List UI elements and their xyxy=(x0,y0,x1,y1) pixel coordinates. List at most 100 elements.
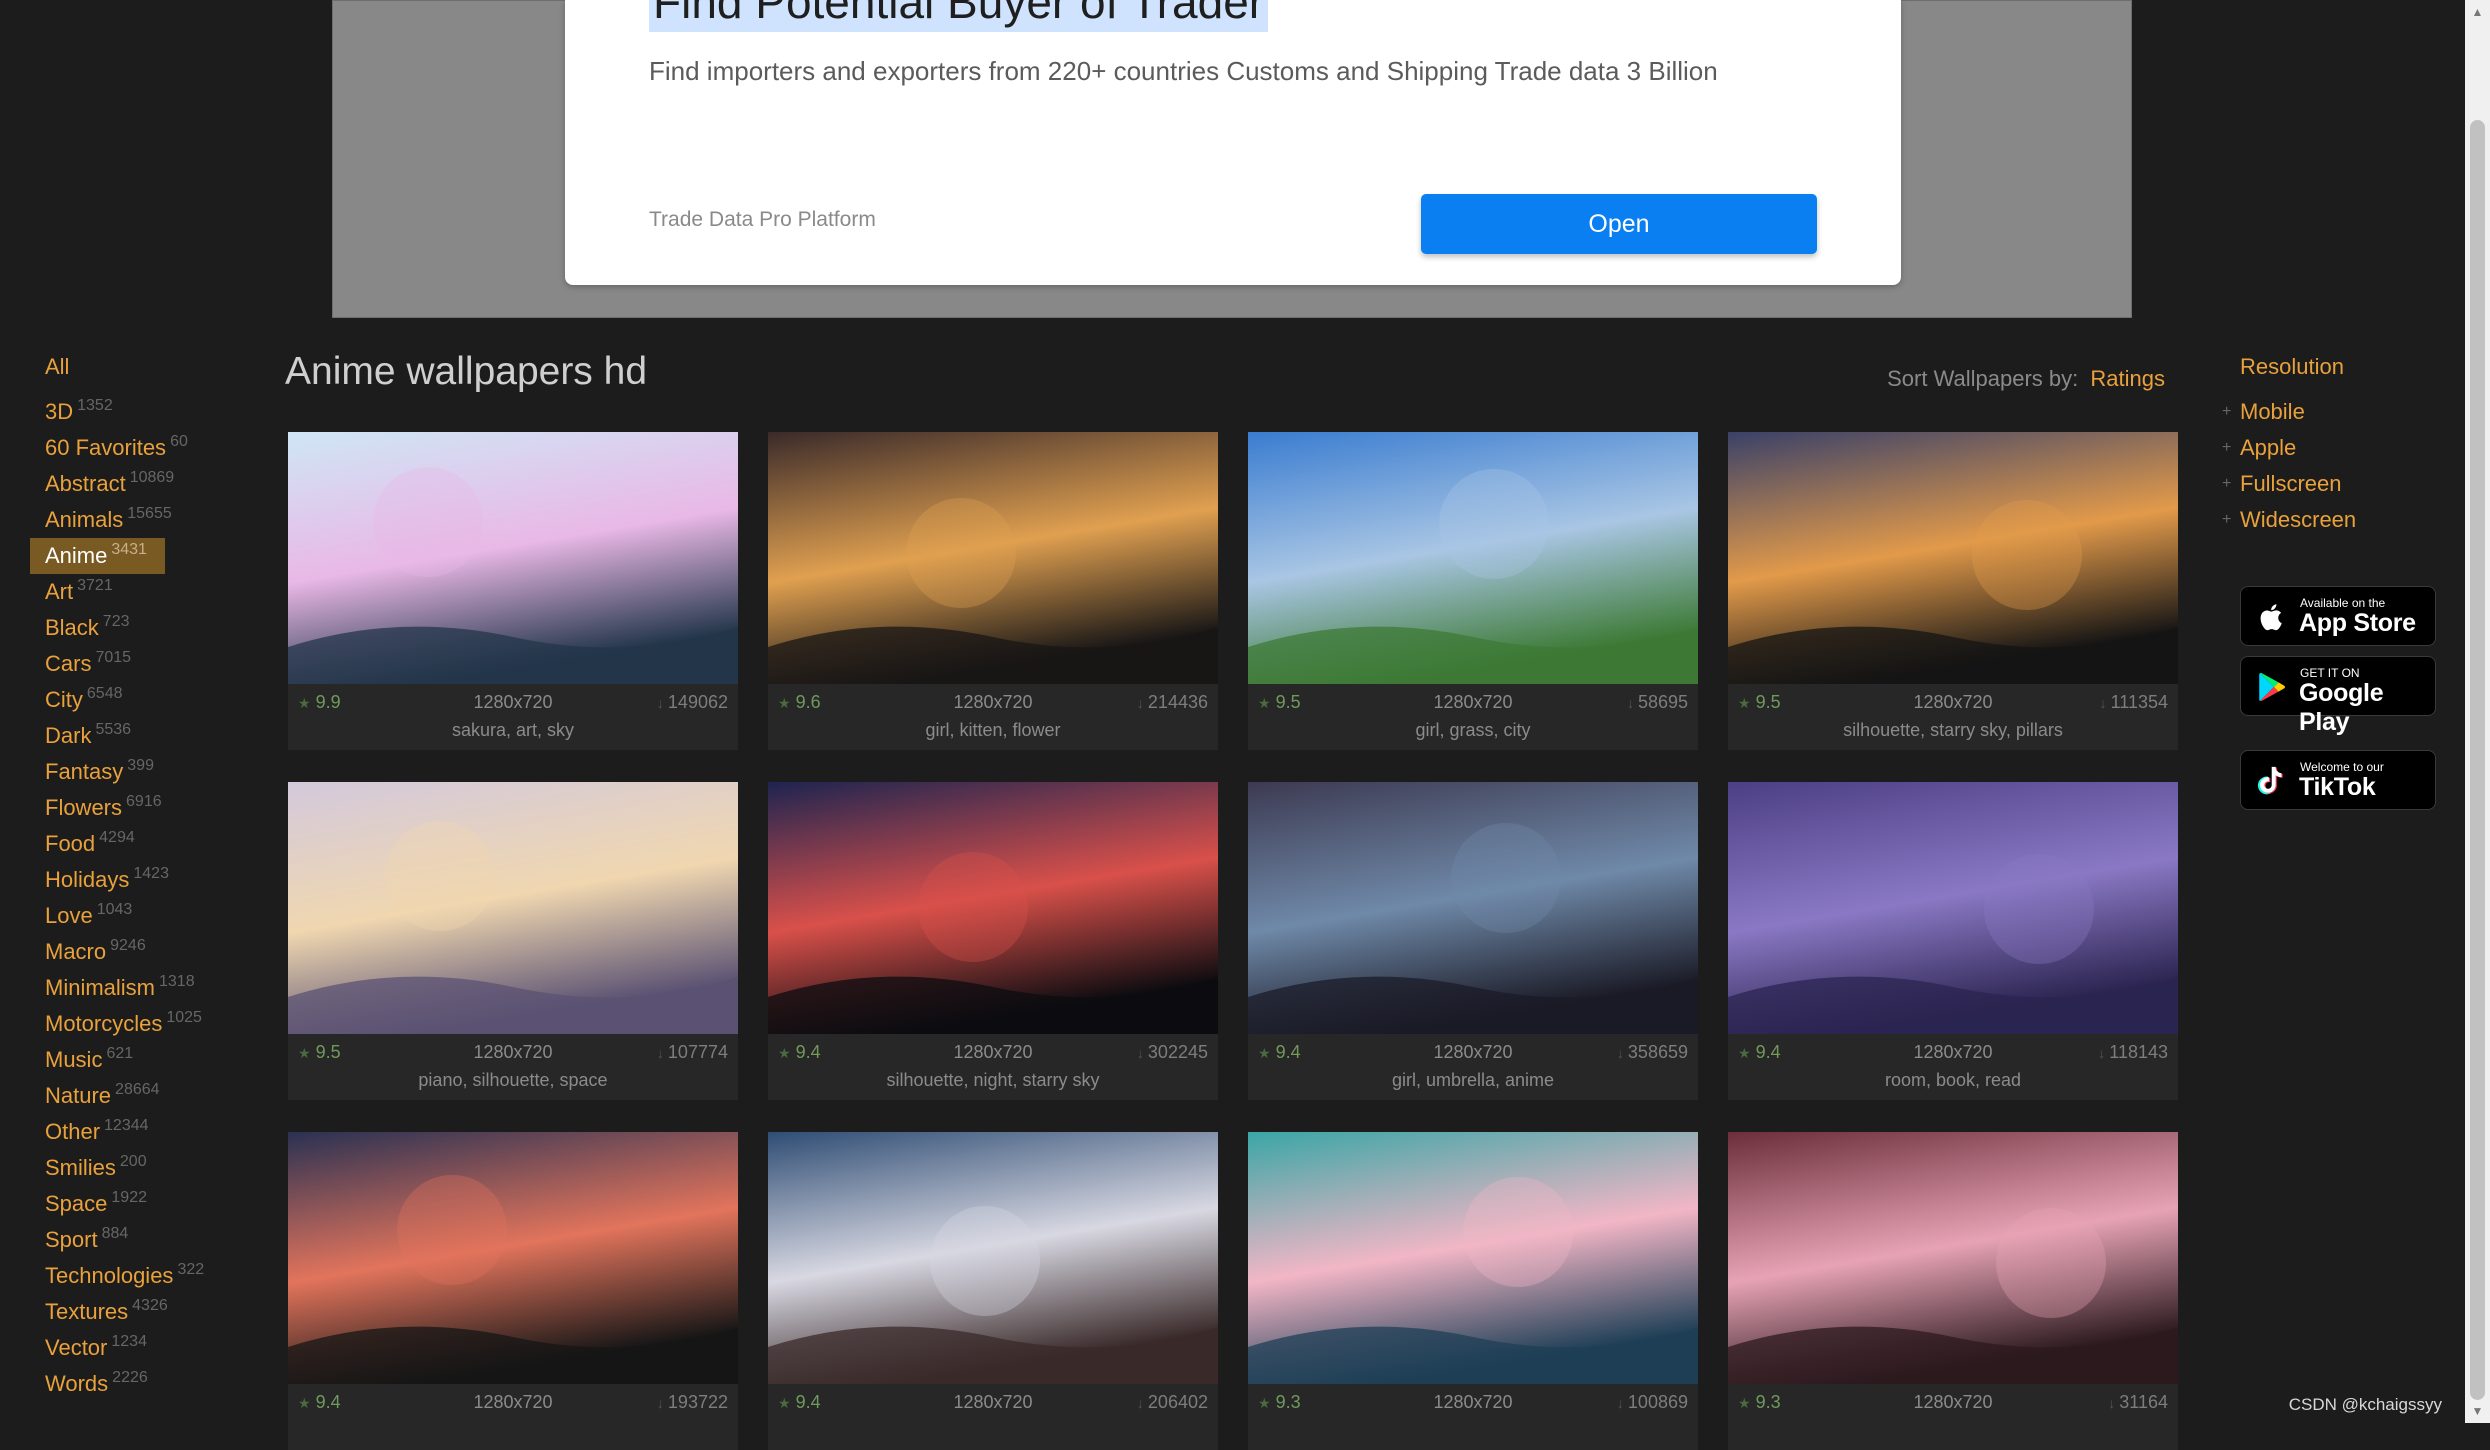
scroll-thumb[interactable] xyxy=(2470,120,2485,1400)
category-item[interactable]: Cars 7015 xyxy=(30,646,230,682)
category-label[interactable]: Dark xyxy=(45,723,91,748)
wallpaper-tags[interactable]: silhouette, night, starry sky xyxy=(768,1070,1218,1091)
app-store-badge[interactable]: Available on the App Store xyxy=(2240,586,2436,646)
scroll-down-icon[interactable]: ▼ xyxy=(2465,1399,2490,1423)
wallpaper-thumbnail[interactable] xyxy=(1248,782,1698,1034)
category-label[interactable]: Sport xyxy=(45,1227,98,1252)
wallpaper-tags[interactable]: room, book, read xyxy=(1728,1070,2178,1091)
wallpaper-card[interactable]: ★ 9.4 1280x720 ↓ 302245 silhouette, night, st… xyxy=(768,782,1218,1100)
resolution-item[interactable]: + Fullscreen xyxy=(2222,466,2452,502)
wallpaper-card[interactable]: ★ 9.4 1280x720 ↓ 118143 room, book, read xyxy=(1728,782,2178,1100)
category-item[interactable]: Black 723 xyxy=(30,610,230,646)
wallpaper-tags[interactable]: girl, kitten, flower xyxy=(768,720,1218,741)
category-item[interactable]: City 6548 xyxy=(30,682,230,718)
category-label[interactable]: Cars xyxy=(45,651,91,676)
wallpaper-tags[interactable]: sakura, art, sky xyxy=(288,720,738,741)
category-item[interactable]: Words 2226 xyxy=(30,1366,230,1402)
category-item[interactable]: Art 3721 xyxy=(30,574,230,610)
wallpaper-thumbnail[interactable] xyxy=(768,1132,1218,1384)
category-item[interactable]: Dark 5536 xyxy=(30,718,230,754)
wallpaper-thumbnail[interactable] xyxy=(1248,432,1698,684)
ad-headline[interactable]: Find Potential Buyer of Trader xyxy=(649,0,1269,32)
wallpaper-tags[interactable]: girl, umbrella, anime xyxy=(1248,1070,1698,1091)
google-play-badge[interactable]: GET IT ON Google Play xyxy=(2240,656,2436,736)
category-item[interactable]: Love 1043 xyxy=(30,898,230,934)
resolution-label[interactable]: Fullscreen xyxy=(2240,471,2341,496)
category-label[interactable]: Food xyxy=(45,831,95,856)
category-item[interactable]: Minimalism 1318 xyxy=(30,970,230,1006)
category-label[interactable]: 3D xyxy=(45,399,73,424)
category-item[interactable]: Vector 1234 xyxy=(30,1330,230,1366)
category-label[interactable]: Love xyxy=(45,903,93,928)
wallpaper-card[interactable]: ★ 9.4 1280x720 ↓ 206402 xyxy=(768,1132,1218,1450)
category-all-link[interactable]: All xyxy=(45,352,230,382)
category-label[interactable]: Nature xyxy=(45,1083,111,1108)
category-item[interactable]: Abstract 10869 xyxy=(30,466,230,502)
category-item[interactable]: Animals 15655 xyxy=(30,502,230,538)
wallpaper-thumbnail[interactable] xyxy=(288,782,738,1034)
wallpaper-card[interactable]: ★ 9.9 1280x720 ↓ 149062 sakura, art, sky xyxy=(288,432,738,750)
sort-ratings-link[interactable]: Ratings xyxy=(2090,366,2165,391)
category-label[interactable]: Black xyxy=(45,615,99,640)
wallpaper-card[interactable]: ★ 9.6 1280x720 ↓ 214436 girl, kitten, flower xyxy=(768,432,1218,750)
wallpaper-thumbnail[interactable] xyxy=(1728,1132,2178,1384)
category-item[interactable]: Music 621 xyxy=(30,1042,230,1078)
category-label[interactable]: Vector xyxy=(45,1335,107,1360)
category-item[interactable]: Nature 28664 xyxy=(30,1078,230,1114)
category-item[interactable]: Smilies 200 xyxy=(30,1150,230,1186)
wallpaper-thumbnail[interactable] xyxy=(288,432,738,684)
resolution-item[interactable]: + Widescreen xyxy=(2222,502,2452,538)
category-label[interactable]: Holidays xyxy=(45,867,129,892)
category-label[interactable]: Macro xyxy=(45,939,106,964)
wallpaper-thumbnail[interactable] xyxy=(1728,782,2178,1034)
ad-card[interactable]: Find Potential Buyer of Trader Find impo… xyxy=(565,0,1901,285)
category-label[interactable]: Smilies xyxy=(45,1155,116,1180)
resolution-label[interactable]: Mobile xyxy=(2240,399,2305,424)
category-item[interactable]: Space 1922 xyxy=(30,1186,230,1222)
category-label[interactable]: Motorcycles xyxy=(45,1011,162,1036)
category-item[interactable]: Technologies 322 xyxy=(30,1258,230,1294)
wallpaper-thumbnail[interactable] xyxy=(768,782,1218,1034)
resolution-label[interactable]: Widescreen xyxy=(2240,507,2356,532)
category-item[interactable]: 60 Favorites 60 xyxy=(30,430,230,466)
wallpaper-thumbnail[interactable] xyxy=(768,432,1218,684)
category-item[interactable]: Food 4294 xyxy=(30,826,230,862)
category-item[interactable]: Sport 884 xyxy=(30,1222,230,1258)
resolution-heading[interactable]: Resolution xyxy=(2240,352,2452,382)
wallpaper-card[interactable]: ★ 9.3 1280x720 ↓ 31164 xyxy=(1728,1132,2178,1450)
page-scrollbar[interactable]: ▲ ▼ xyxy=(2465,0,2490,1423)
wallpaper-thumbnail[interactable] xyxy=(1728,432,2178,684)
category-label[interactable]: Textures xyxy=(45,1299,128,1324)
wallpaper-tags[interactable]: piano, silhouette, space xyxy=(288,1070,738,1091)
wallpaper-card[interactable]: ★ 9.5 1280x720 ↓ 107774 piano, silhouette, sp… xyxy=(288,782,738,1100)
category-label[interactable]: Art xyxy=(45,579,73,604)
category-label[interactable]: 60 Favorites xyxy=(45,435,166,460)
category-label[interactable]: Technologies xyxy=(45,1263,173,1288)
category-label[interactable]: City xyxy=(45,687,83,712)
category-item[interactable]: Fantasy 399 xyxy=(30,754,230,790)
wallpaper-card[interactable]: ★ 9.5 1280x720 ↓ 111354 silhouette, starry sk… xyxy=(1728,432,2178,750)
resolution-item[interactable]: + Apple xyxy=(2222,430,2452,466)
category-label[interactable]: Music xyxy=(45,1047,102,1072)
category-label[interactable]: Fantasy xyxy=(45,759,123,784)
wallpaper-tags[interactable]: silhouette, starry sky, pillars xyxy=(1728,720,2178,741)
category-item[interactable]: Holidays 1423 xyxy=(30,862,230,898)
category-item[interactable]: Other 12344 xyxy=(30,1114,230,1150)
category-label[interactable]: Minimalism xyxy=(45,975,155,1000)
wallpaper-card[interactable]: ★ 9.4 1280x720 ↓ 193722 xyxy=(288,1132,738,1450)
category-item[interactable]: Flowers 6916 xyxy=(30,790,230,826)
category-item[interactable]: Anime 3431 xyxy=(30,538,165,574)
wallpaper-thumbnail[interactable] xyxy=(1248,1132,1698,1384)
wallpaper-tags[interactable]: girl, grass, city xyxy=(1248,720,1698,741)
wallpaper-thumbnail[interactable] xyxy=(288,1132,738,1384)
wallpaper-card[interactable]: ★ 9.4 1280x720 ↓ 358659 girl, umbrella, anime xyxy=(1248,782,1698,1100)
resolution-label[interactable]: Apple xyxy=(2240,435,2296,460)
resolution-item[interactable]: + Mobile xyxy=(2222,394,2452,430)
category-item[interactable]: Macro 9246 xyxy=(30,934,230,970)
ad-open-button[interactable]: Open xyxy=(1421,194,1817,254)
category-item[interactable]: 3D 1352 xyxy=(30,394,230,430)
category-label[interactable]: Words xyxy=(45,1371,108,1396)
category-label[interactable]: Animals xyxy=(45,507,123,532)
category-label[interactable]: Space xyxy=(45,1191,107,1216)
category-label[interactable]: Anime xyxy=(45,543,107,568)
